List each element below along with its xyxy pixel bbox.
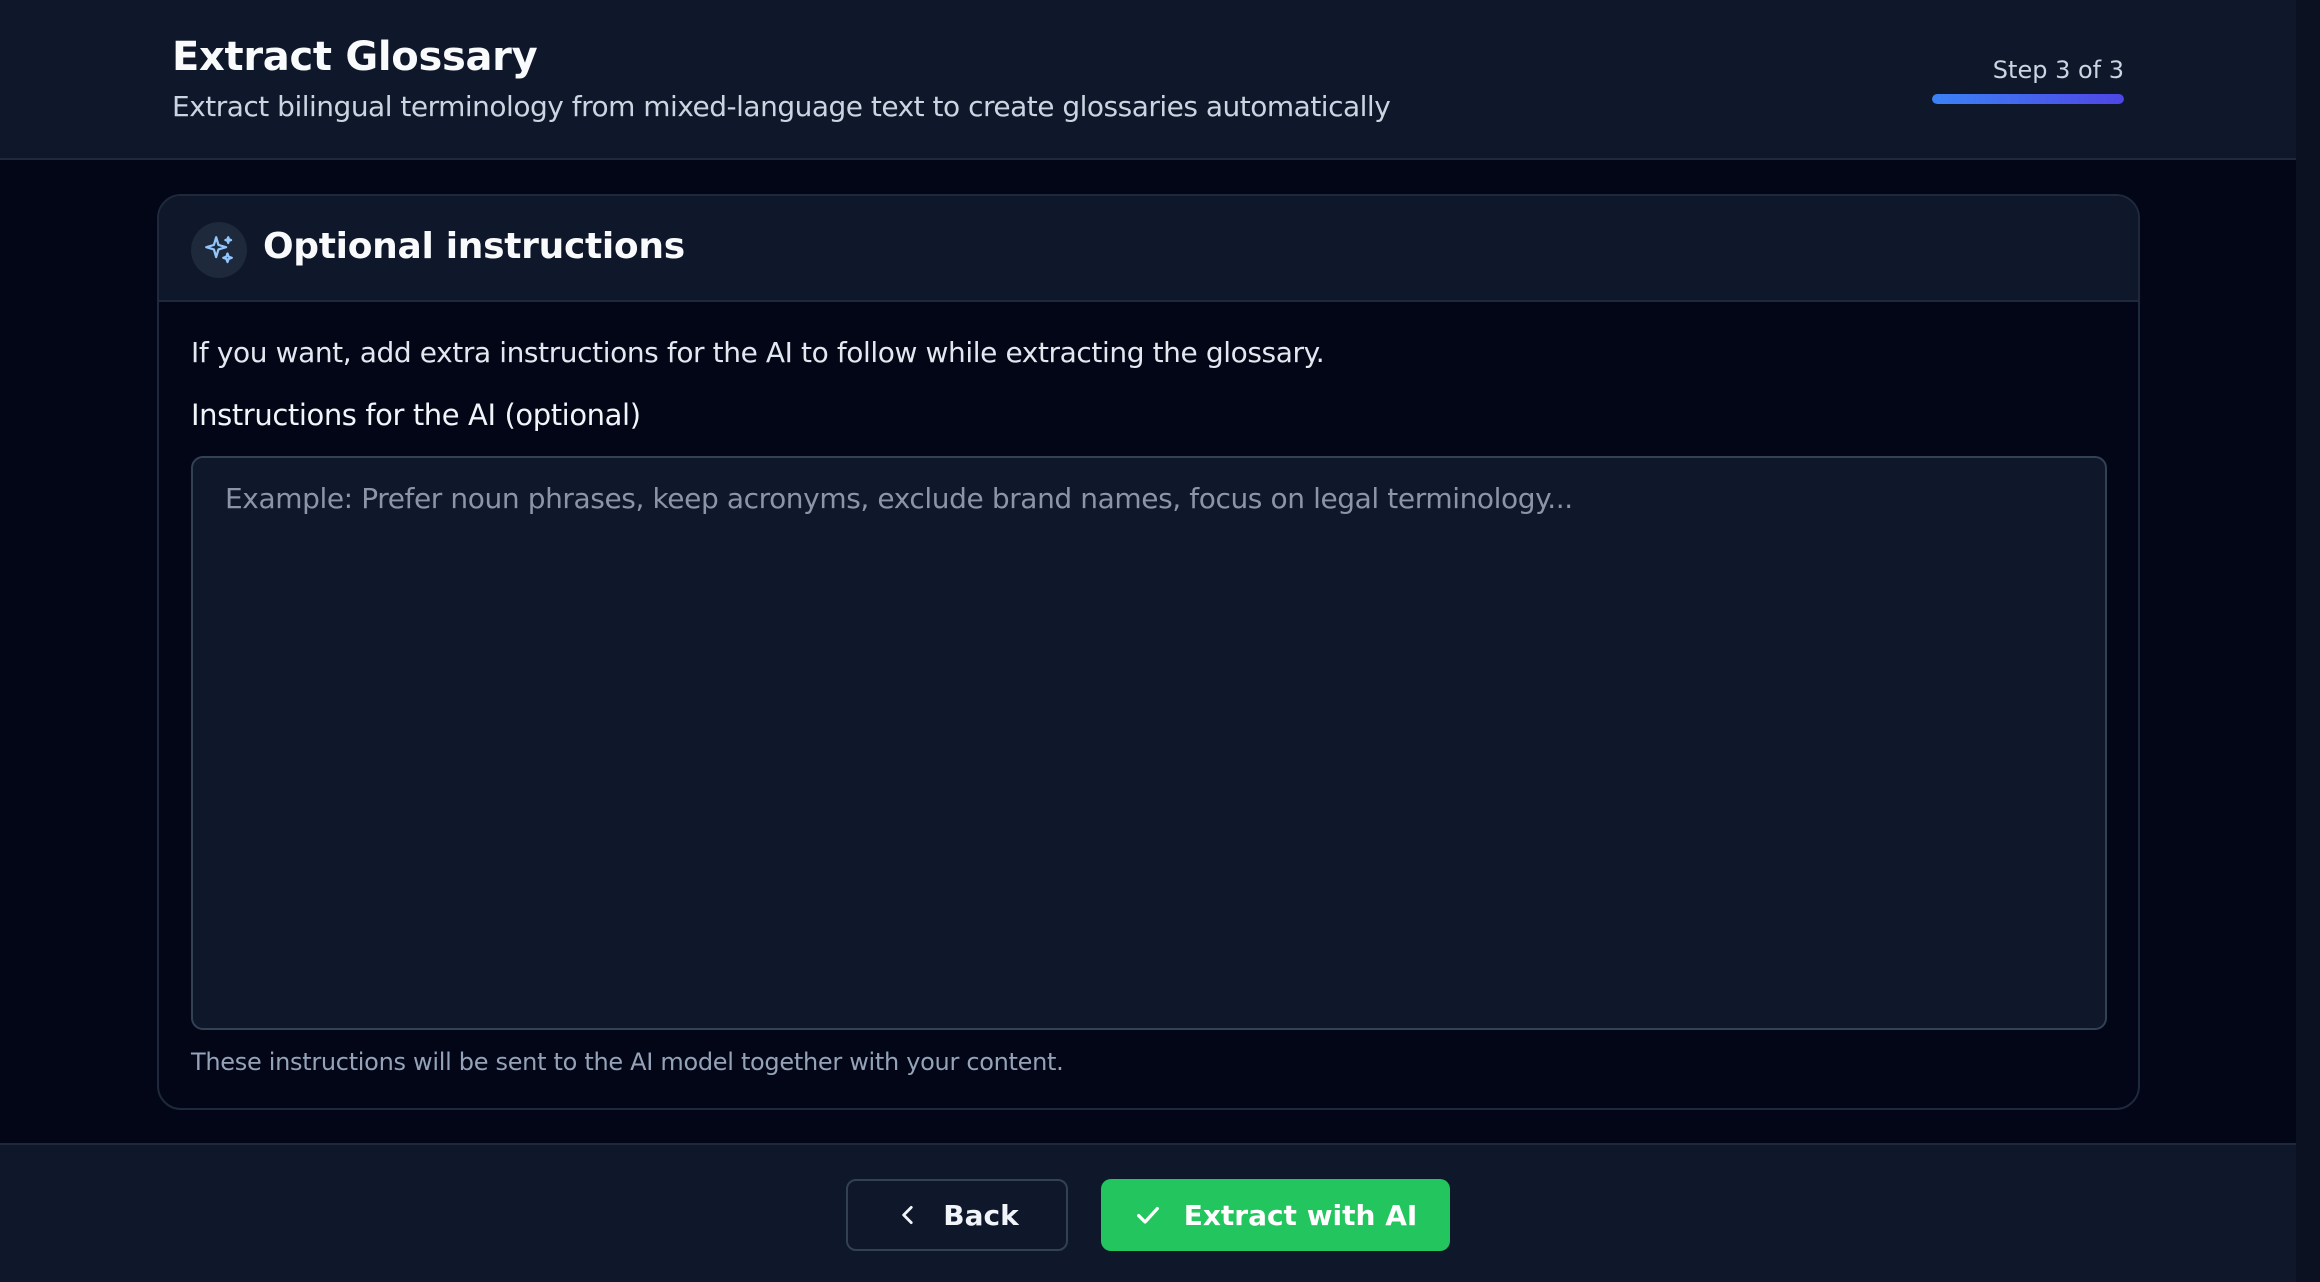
viewport: Extract Glossary Extract bilingual termi… [0,0,2320,1282]
card-title: Optional instructions [263,226,685,267]
step-progress-bar [1932,94,2124,104]
extract-button-label: Extract with AI [1183,1198,1418,1232]
card-description: If you want, add extra instructions for … [191,336,1325,369]
page-header: Extract Glossary Extract bilingual termi… [0,0,2296,160]
back-button[interactable]: Back [846,1179,1068,1251]
helper-text: These instructions will be sent to the A… [191,1048,1064,1076]
card-header: Optional instructions [159,196,2138,302]
app-window: Extract Glossary Extract bilingual termi… [0,0,2296,1282]
page-title: Extract Glossary [172,34,538,80]
extract-with-ai-button[interactable]: Extract with AI [1101,1179,1450,1251]
check-icon [1134,1201,1162,1229]
back-button-label: Back [943,1198,1019,1232]
page-subtitle: Extract bilingual terminology from mixed… [172,90,1391,123]
sparkles-icon [191,222,247,278]
scrollbar-track[interactable] [2296,0,2320,1282]
footer-bar: Back Extract with AI [0,1143,2296,1282]
chevron-left-icon [895,1202,921,1228]
instructions-field-label: Instructions for the AI (optional) [191,398,641,432]
instructions-textarea[interactable] [191,456,2107,1030]
instructions-card: Optional instructions If you want, add e… [157,194,2140,1110]
step-indicator: Step 3 of 3 [1992,56,2124,84]
step-progress-fill [1932,94,2124,104]
